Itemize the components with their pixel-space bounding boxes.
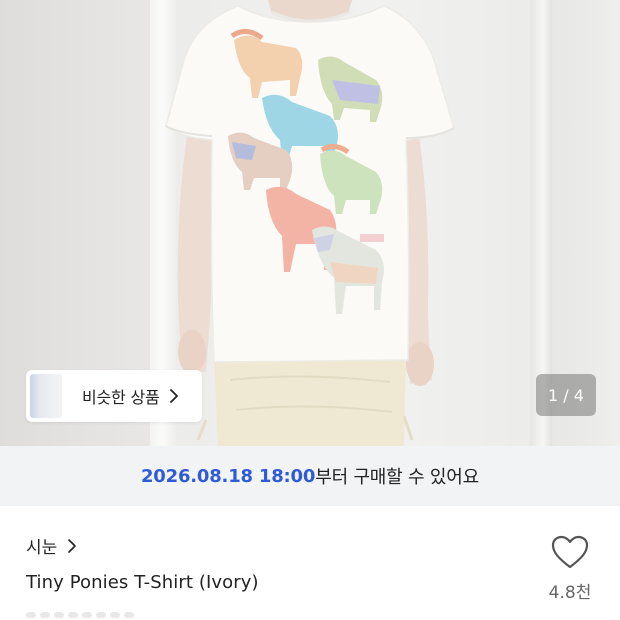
release-suffix-text: 부터 구매할 수 있어요 <box>315 467 480 488</box>
release-datetime: 2026.08.18 18:00 <box>140 465 316 487</box>
chevron-right-icon <box>169 389 178 403</box>
similar-products-label: 비슷한 상품 <box>82 388 160 407</box>
heart-outline-icon <box>551 535 589 569</box>
brand-link[interactable]: 시눈 <box>26 533 77 558</box>
similar-products-thumbnail <box>30 374 62 418</box>
like-count: 4.8천 <box>548 583 592 603</box>
release-date-banner: 2026.08.18 18:00 부터 구매할 수 있어요 <box>0 446 620 506</box>
like-button[interactable]: 4.8천 <box>540 534 600 603</box>
product-image[interactable]: 비슷한 상품 1 / 4 <box>0 0 620 446</box>
product-title: Tiny Ponies T-Shirt (Ivory) <box>26 572 259 593</box>
chevron-right-icon <box>68 538 77 553</box>
similar-products-button[interactable]: 비슷한 상품 <box>26 370 202 422</box>
image-counter: 1 / 4 <box>536 374 596 416</box>
rating-placeholder-row <box>26 612 134 618</box>
brand-name: 시눈 <box>26 538 58 558</box>
